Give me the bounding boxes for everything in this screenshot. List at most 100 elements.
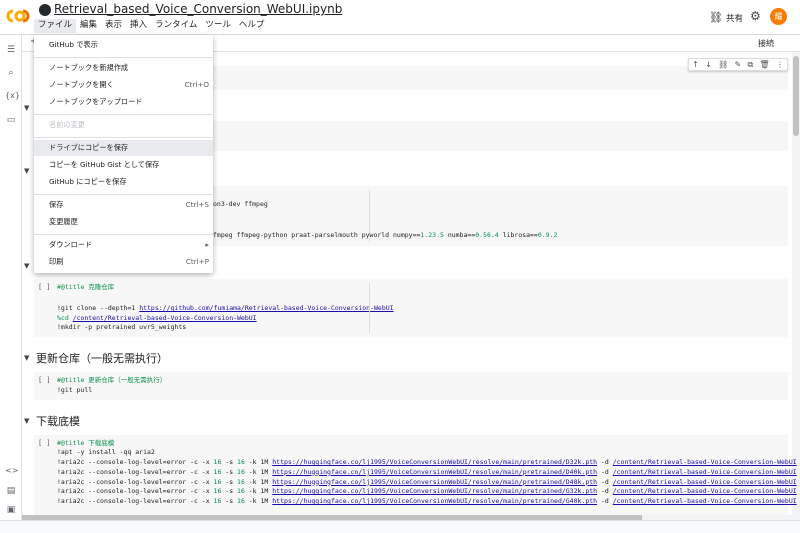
code-link[interactable]: /content/Retrieval-based-Voice-Conversio… <box>613 458 797 466</box>
share-button[interactable]: ⛓ 共有 <box>709 11 743 24</box>
terminal-icon[interactable]: ▣ <box>5 505 17 515</box>
run-cell-button[interactable]: [ ] <box>38 376 51 384</box>
menu-item-save-gist[interactable]: コピーを GitHub Gist として保存 <box>34 157 213 173</box>
run-cell-button[interactable]: [ ] <box>38 283 51 291</box>
scroll-thumb[interactable] <box>793 56 799 136</box>
github-icon[interactable] <box>39 4 51 16</box>
code-line: fmpeg ffmpeg-python praat-parselmouth py… <box>213 231 557 241</box>
menu-item-view-github[interactable]: GitHub で表示 <box>34 37 213 53</box>
code-text: -d <box>597 497 613 506</box>
left-sidebar: ☰ ⌕ {x} ▭ <> ▤ ▣ <box>0 35 22 520</box>
menu-help[interactable]: ヘルプ <box>235 19 269 33</box>
code-link[interactable]: /content/Retrieval-based-Voice-Conversio… <box>613 468 797 476</box>
menu-item-upload-notebook[interactable]: ノートブックをアップロード <box>34 94 213 110</box>
code-line: !apt -y install -qq aria2 <box>57 448 155 456</box>
menu-runtime[interactable]: ランタイム <box>151 19 201 33</box>
code-number: 1.23.5 <box>420 231 444 239</box>
move-up-icon[interactable]: ↑ <box>692 60 699 69</box>
code-text: 16 <box>237 477 245 486</box>
top-bar: Retrieval_based_Voice_Conversion_WebUI.i… <box>0 0 800 34</box>
code-text: -s <box>221 497 238 506</box>
submenu-arrow-icon: ▸ <box>205 240 209 249</box>
menu-item-open-notebook[interactable]: ノートブックを開く Ctrl+O <box>34 77 213 93</box>
toc-icon[interactable]: ☰ <box>5 45 17 55</box>
code-link[interactable]: https://huggingface.co/lj1995/VoiceConve… <box>272 458 597 466</box>
collapse-triangle-icon[interactable]: ▼ <box>24 354 29 362</box>
code-link[interactable]: /content/Retrieval-based-Voice-Conversio… <box>613 497 797 505</box>
menu-shortcut: Ctrl+S <box>185 200 209 209</box>
more-icon[interactable]: ⋮ <box>776 60 784 69</box>
vertical-scrollbar[interactable] <box>792 52 800 520</box>
code-text: %cd <box>57 314 73 322</box>
code-link[interactable]: /content/Retrieval-based-Voice-Conversio… <box>73 314 257 322</box>
menu-item-revision-history[interactable]: 変更履歴 <box>34 214 213 230</box>
gear-icon[interactable]: ⚙ <box>750 9 761 23</box>
code-link[interactable]: /content/Retrieval-based-Voice-Conversio… <box>613 487 797 495</box>
code-link[interactable]: https://github.com/fumiama/Retrieval-bas… <box>139 304 393 312</box>
avatar[interactable]: 耀 <box>770 8 787 25</box>
code-comment: #@title 克隆仓库 <box>57 283 115 291</box>
menu-tools[interactable]: ツール <box>201 19 235 33</box>
code-text: librosa== <box>498 231 538 239</box>
code-link[interactable]: https://huggingface.co/lj1995/VoiceConve… <box>272 468 597 476</box>
menu-item-rename: 名前の変更 <box>34 117 213 133</box>
edit-icon[interactable]: ✎ <box>734 60 741 69</box>
code-text: 1M <box>260 487 273 496</box>
code-line: on3-dev ffmpeg <box>213 200 268 208</box>
menu-item-download[interactable]: ダウンロード ▸ <box>34 237 213 253</box>
folder-icon[interactable]: ▭ <box>5 115 17 125</box>
menu-item-label: 保存 <box>49 200 64 209</box>
code-text: -s <box>221 467 238 476</box>
search-icon[interactable]: ⌕ <box>5 68 17 78</box>
collapse-triangle-icon[interactable]: ▼ <box>24 262 29 270</box>
menu-item-label: ノートブックを新規作成 <box>49 63 129 72</box>
menu-view[interactable]: 表示 <box>101 19 126 33</box>
code-line: !aria2c --console-log-level=error -c -x … <box>57 497 797 507</box>
link-icon: ⛓ <box>709 11 723 24</box>
menu-edit[interactable]: 編集 <box>76 19 101 33</box>
code-number: 0.9.2 <box>537 231 558 239</box>
colab-logo[interactable] <box>6 8 30 24</box>
collapse-triangle-icon[interactable]: ▼ <box>24 104 29 112</box>
code-link[interactable]: https://huggingface.co/lj1995/VoiceConve… <box>272 487 597 495</box>
code-text: -s <box>221 487 238 496</box>
menu-file[interactable]: ファイル <box>34 19 77 33</box>
code-text: !git clone --depth=1 <box>57 304 140 312</box>
code-text: -k <box>244 458 261 466</box>
code-text: 1M <box>260 477 273 486</box>
code-line: !git clone --depth=1 https://github.com/… <box>57 304 394 314</box>
code-text: -d <box>597 487 613 496</box>
delete-icon[interactable]: 🗑 <box>759 60 769 69</box>
code-link[interactable]: /content/Retrieval-based-Voice-Conversio… <box>613 478 797 486</box>
move-down-icon[interactable]: ↓ <box>705 60 712 69</box>
code-text: -d <box>597 467 613 476</box>
menu-insert[interactable]: 挿入 <box>126 19 151 33</box>
menu-item-new-notebook[interactable]: ノートブックを新規作成 <box>34 60 213 76</box>
connect-button[interactable]: 接続 <box>758 38 774 49</box>
code-comment: #@title 更新仓库（一般无需执行） <box>57 376 167 384</box>
collapse-triangle-icon[interactable]: ▼ <box>24 417 29 425</box>
menu-item-save[interactable]: 保存 Ctrl+S <box>34 197 213 213</box>
notebook-title[interactable]: Retrieval_based_Voice_Conversion_WebUI.i… <box>54 2 342 16</box>
code-link[interactable]: https://huggingface.co/lj1995/VoiceConve… <box>272 497 597 505</box>
code-text: -k <box>244 497 261 506</box>
command-palette-icon[interactable]: ▤ <box>5 486 17 496</box>
menu-item-save-drive-copy[interactable]: ドライブにコピーを保存 <box>34 140 213 156</box>
menu-item-print[interactable]: 印刷 Ctrl+P <box>34 254 213 270</box>
link-icon[interactable]: ⛓ <box>718 60 728 69</box>
code-line: !mkdir -p pretrained uvr5_weights <box>57 323 187 331</box>
menu-separator <box>34 194 213 195</box>
code-link[interactable]: https://huggingface.co/lj1995/VoiceConve… <box>272 478 597 486</box>
menu-item-save-github[interactable]: GitHub にコピーを保存 <box>34 174 213 190</box>
code-snippets-icon[interactable]: <> <box>5 466 18 475</box>
code-text: -k <box>244 477 261 486</box>
code-line: !aria2c --console-log-level=error -c -x … <box>57 468 797 478</box>
status-bar <box>0 520 800 533</box>
collapse-triangle-icon[interactable]: ▼ <box>24 167 29 175</box>
code-comment: #@title 下载底模 <box>57 439 115 447</box>
run-cell-button[interactable]: [ ] <box>38 439 51 447</box>
menu-item-label: GitHub にコピーを保存 <box>49 177 127 186</box>
copy-icon[interactable]: ⧉ <box>747 60 753 70</box>
menu-item-label: ノートブックを開く <box>49 80 114 89</box>
variables-icon[interactable]: {x} <box>5 91 20 100</box>
